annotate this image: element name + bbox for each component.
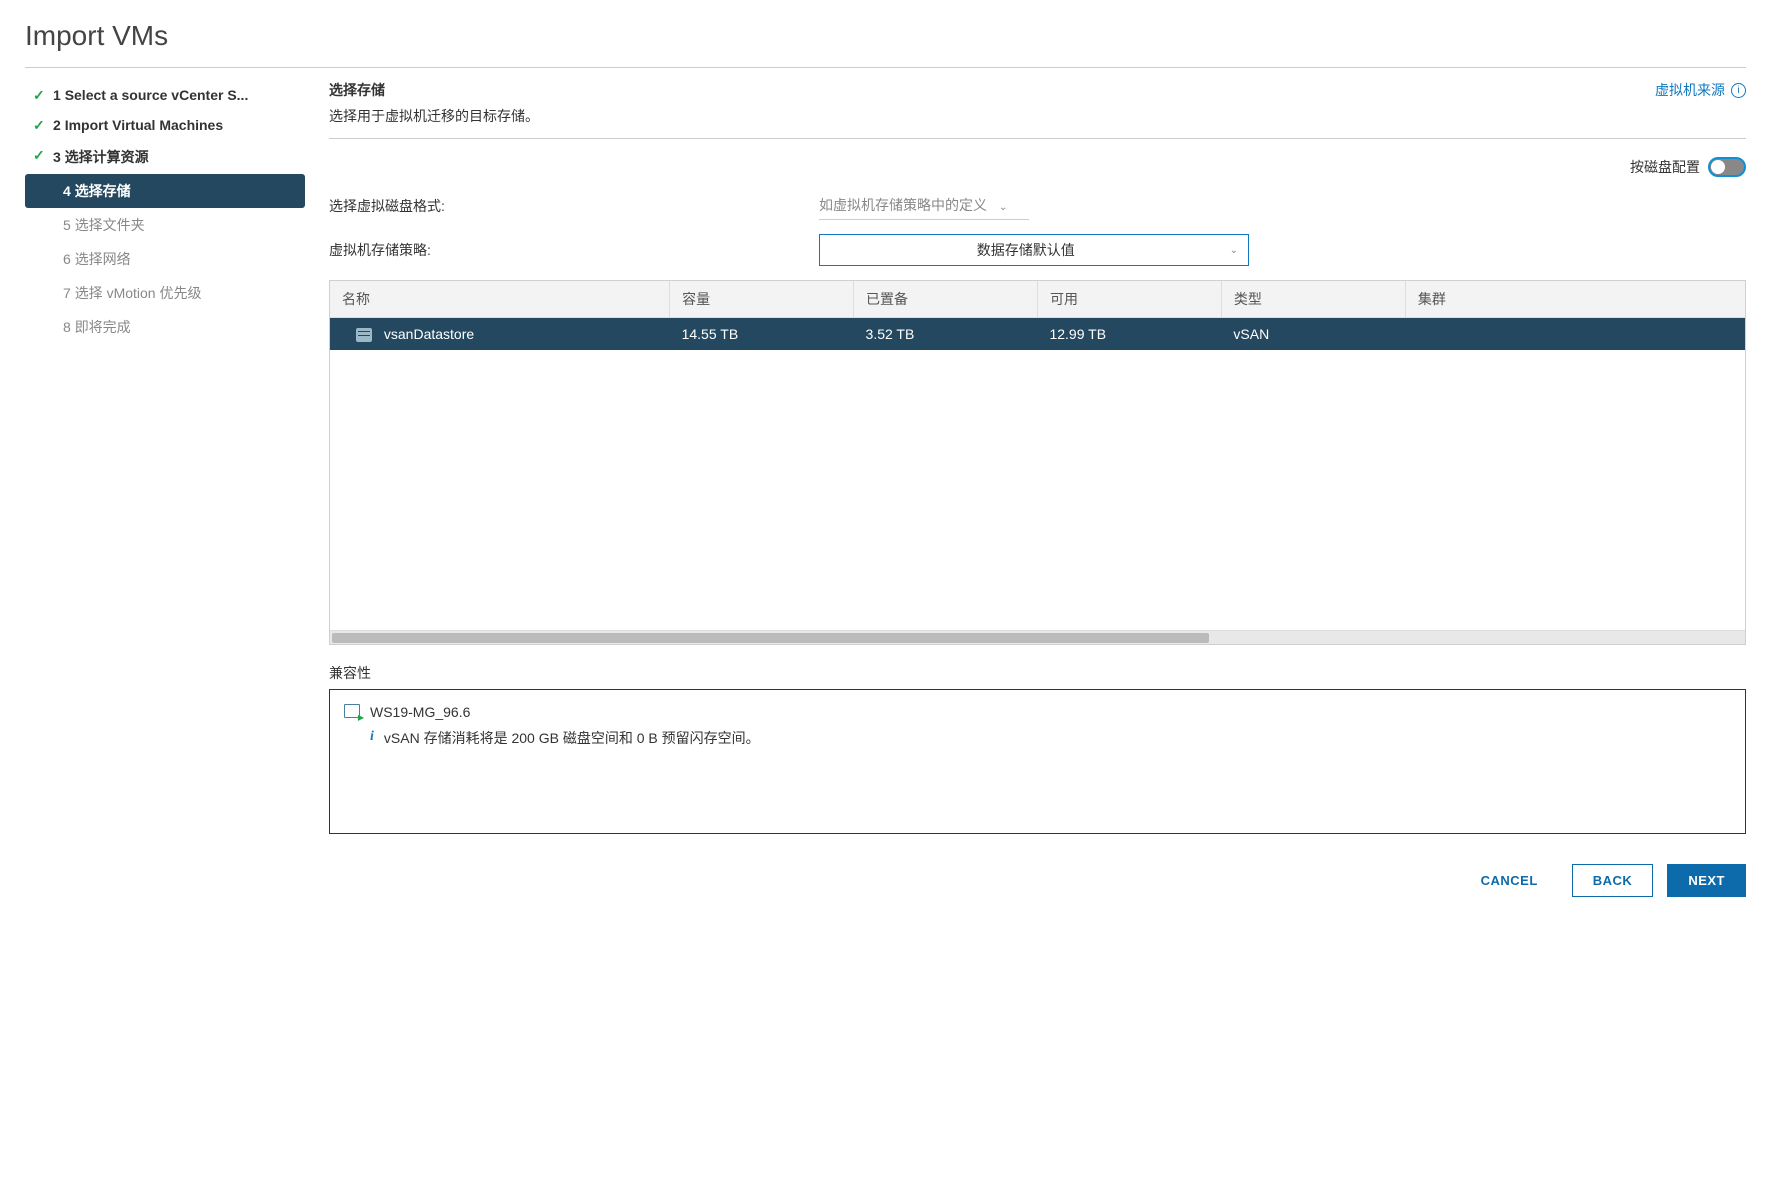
vm-source-link[interactable]: 虚拟机来源 i [1655,80,1746,100]
compatibility-title: 兼容性 [329,663,1746,683]
info-icon: i [370,729,374,745]
info-icon: i [1731,83,1746,98]
compat-detail-text: vSAN 存储消耗将是 200 GB 磁盘空间和 0 B 预留闪存空间。 [384,728,760,748]
step-num: 4 [63,183,71,199]
horizontal-scrollbar[interactable] [330,630,1745,644]
table-empty-area [330,350,1745,630]
step-label: 选择存储 [75,183,131,199]
col-name[interactable]: 名称 [330,281,670,318]
vm-source-link-text: 虚拟机来源 [1655,80,1725,100]
storage-policy-label: 虚拟机存储策略: [329,240,819,260]
wizard-steps-sidebar: 1 Select a source vCenter S... 2 Import … [25,68,305,897]
ds-capacity: 14.55 TB [670,318,854,351]
table-row[interactable]: vsanDatastore 14.55 TB 3.52 TB 12.99 TB … [330,318,1745,351]
storage-policy-dropdown[interactable]: 数据存储默认值 ⌄ [819,234,1249,266]
step-label: Import Virtual Machines [65,117,223,133]
cancel-button[interactable]: CANCEL [1461,864,1558,897]
step-num: 3 [53,149,61,165]
divider [329,138,1746,139]
step-num: 5 [63,217,71,233]
step-1[interactable]: 1 Select a source vCenter S... [25,80,305,110]
storage-policy-value: 数据存储默认值 [830,240,1222,260]
step-label: 选择计算资源 [65,149,149,165]
step-7: 7 选择 vMotion 优先级 [25,276,305,310]
col-cluster[interactable]: 集群 [1405,281,1745,318]
scrollbar-thumb[interactable] [332,633,1209,643]
col-provisioned[interactable]: 已置备 [854,281,1038,318]
step-num: 2 [53,117,61,133]
step-num: 1 [53,87,61,103]
col-type[interactable]: 类型 [1221,281,1405,318]
ds-type: vSAN [1221,318,1405,351]
next-button[interactable]: NEXT [1667,864,1746,897]
step-label: Select a source vCenter S... [65,87,249,103]
col-free[interactable]: 可用 [1037,281,1221,318]
step-label: 即将完成 [75,319,131,335]
ds-name: vsanDatastore [384,326,474,342]
chevron-down-icon: ⌄ [1230,245,1238,256]
section-title: 选择存储 [329,80,539,100]
back-button[interactable]: BACK [1572,864,1654,897]
step-label: 选择 vMotion 优先级 [75,285,202,301]
section-desc: 选择用于虚拟机迁移的目标存储。 [329,106,539,126]
step-2[interactable]: 2 Import Virtual Machines [25,110,305,140]
compat-vm-name: WS19-MG_96.6 [370,704,470,720]
page-title: Import VMs [25,20,1746,68]
disk-config-toggle-label: 按磁盘配置 [1630,157,1700,177]
ds-free: 12.99 TB [1037,318,1221,351]
step-4-active[interactable]: 4 选择存储 [25,174,305,208]
compatibility-box: WS19-MG_96.6 i vSAN 存储消耗将是 200 GB 磁盘空间和 … [329,689,1746,834]
step-num: 7 [63,285,71,301]
step-label: 选择文件夹 [75,217,145,233]
step-label: 选择网络 [75,251,131,267]
chevron-down-icon: ⌄ [999,202,1007,213]
disk-format-value: 如虚拟机存储策略中的定义 [819,197,987,213]
disk-format-label: 选择虚拟磁盘格式: [329,196,819,216]
vm-icon [344,704,362,720]
col-capacity[interactable]: 容量 [670,281,854,318]
disk-format-dropdown[interactable]: 如虚拟机存储策略中的定义 ⌄ [819,191,1029,220]
datastore-icon [356,328,372,342]
disk-config-toggle[interactable] [1708,157,1746,177]
step-6: 6 选择网络 [25,242,305,276]
step-num: 6 [63,251,71,267]
step-8: 8 即将完成 [25,310,305,344]
ds-cluster [1405,318,1745,351]
step-3[interactable]: 3 选择计算资源 [25,140,305,174]
storage-table: 名称 容量 已置备 可用 类型 集群 vsanDatastore [329,280,1746,645]
step-5: 5 选择文件夹 [25,208,305,242]
ds-provisioned: 3.52 TB [854,318,1038,351]
step-num: 8 [63,319,71,335]
